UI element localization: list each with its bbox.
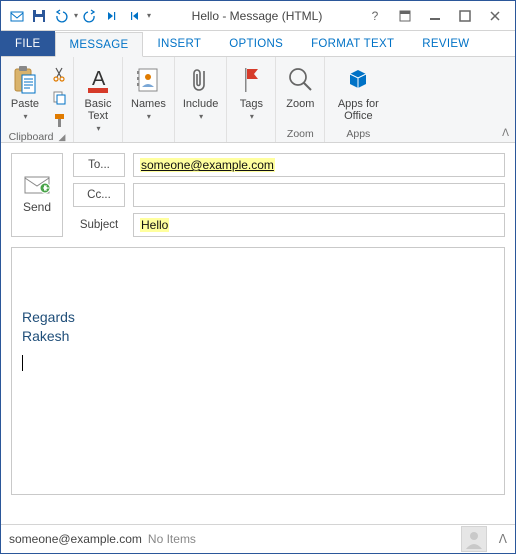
apps-btn-label: Apps for Office (338, 98, 379, 122)
send-button[interactable]: Send (11, 153, 63, 237)
chevron-down-icon: ▾ (23, 112, 27, 121)
app-icon[interactable] (7, 5, 27, 27)
tab-message[interactable]: MESSAGE (55, 32, 144, 57)
maximize-button[interactable] (453, 5, 477, 27)
tab-format-text[interactable]: FORMAT TEXT (297, 31, 408, 56)
redo-icon[interactable] (80, 5, 100, 27)
titlebar: ▾ ▾ Hello - Message (HTML) ? (1, 1, 515, 31)
send-icon (24, 176, 50, 194)
tags-button[interactable]: Tags ▾ (231, 62, 271, 123)
basic-text-button[interactable]: A Basic Text ▾ (78, 62, 118, 135)
group-include: Include ▾ (175, 57, 227, 142)
dialog-launcher-icon[interactable]: ◢ (59, 132, 66, 143)
minimize-button[interactable] (423, 5, 447, 27)
group-apps-label: Apps (346, 128, 370, 140)
window-controls: ? (363, 5, 515, 27)
group-clipboard-label: Clipboard (9, 131, 54, 143)
chevron-down-icon: ▾ (250, 112, 254, 121)
quick-access-toolbar: ▾ ▾ (1, 5, 151, 27)
undo-dropdown-icon[interactable]: ▾ (74, 11, 78, 20)
help-button[interactable]: ? (363, 5, 387, 27)
to-button[interactable]: To... (73, 153, 125, 177)
zoom-icon (284, 64, 316, 96)
paste-button[interactable]: Paste ▾ (5, 62, 45, 123)
chevron-down-icon: ▾ (96, 124, 100, 133)
tab-insert[interactable]: INSERT (143, 31, 215, 56)
save-icon[interactable] (29, 5, 49, 27)
group-zoom-label: Zoom (287, 128, 314, 140)
group-names: Names ▾ (123, 57, 175, 142)
status-address: someone@example.com (9, 532, 142, 546)
tags-label: Tags (240, 98, 263, 110)
group-zoom: Zoom Zoom (276, 57, 325, 142)
statusbar: someone@example.com No Items ᐱ (1, 524, 515, 553)
close-button[interactable] (483, 5, 507, 27)
collapse-ribbon-icon[interactable]: ᐱ (502, 128, 509, 139)
zoom-btn-label: Zoom (286, 98, 314, 110)
group-clipboard: Paste ▾ Clipboard ◢ (1, 57, 74, 142)
ribbon-tabs: FILE MESSAGE INSERT OPTIONS FORMAT TEXT … (1, 31, 515, 57)
group-tags: Tags ▾ (227, 57, 276, 142)
chevron-down-icon: ▾ (199, 112, 203, 121)
status-noitems: No Items (148, 532, 196, 546)
body-line-2: Rakesh (22, 327, 494, 346)
apps-icon (342, 64, 374, 96)
include-button[interactable]: Include ▾ (179, 62, 222, 123)
names-button[interactable]: Names ▾ (127, 62, 170, 123)
prev-item-icon[interactable] (124, 5, 144, 27)
paste-icon (9, 64, 41, 96)
format-painter-button[interactable] (49, 110, 69, 130)
apps-button[interactable]: Apps for Office (329, 62, 387, 124)
basic-text-label: Basic Text (85, 98, 112, 122)
tab-review[interactable]: REVIEW (408, 31, 483, 56)
undo-icon[interactable] (51, 5, 71, 27)
flag-icon (235, 64, 267, 96)
tab-options[interactable]: OPTIONS (215, 31, 297, 56)
zoom-button[interactable]: Zoom (280, 62, 320, 112)
copy-button[interactable] (49, 87, 69, 107)
send-label: Send (23, 200, 51, 214)
tab-file[interactable]: FILE (1, 31, 55, 56)
cc-button[interactable]: Cc... (73, 183, 125, 207)
address-book-icon (132, 64, 164, 96)
to-field[interactable]: someone@example.com (133, 153, 505, 177)
group-apps: Apps for Office Apps (325, 57, 391, 142)
body-line-1: Regards (22, 308, 494, 327)
window-title: Hello - Message (HTML) (151, 9, 363, 23)
include-label: Include (183, 98, 218, 110)
chevron-down-icon: ▾ (147, 112, 151, 121)
message-body[interactable]: Regards Rakesh (11, 247, 505, 495)
names-label: Names (131, 98, 166, 110)
ribbon: Paste ▾ Clipboard ◢ A Basic Text ▾ (1, 57, 515, 143)
group-basic-text: A Basic Text ▾ (74, 57, 123, 142)
subject-label: Subject (73, 219, 125, 231)
svg-text:A: A (92, 68, 106, 90)
text-cursor (22, 355, 23, 371)
attach-icon (185, 64, 217, 96)
expand-people-icon[interactable]: ᐱ (499, 532, 507, 546)
compose-header: Send To... someone@example.com Cc... Sub… (1, 143, 515, 237)
ribbon-options-button[interactable] (393, 5, 417, 27)
subject-value: Hello (140, 218, 169, 232)
subject-field[interactable]: Hello (133, 213, 505, 237)
font-color-icon: A (82, 64, 114, 96)
paste-label: Paste (11, 98, 39, 110)
cc-field[interactable] (133, 183, 505, 207)
next-item-icon[interactable] (102, 5, 122, 27)
avatar[interactable] (461, 526, 487, 552)
cut-button[interactable] (49, 64, 69, 84)
to-value: someone@example.com (140, 158, 275, 172)
